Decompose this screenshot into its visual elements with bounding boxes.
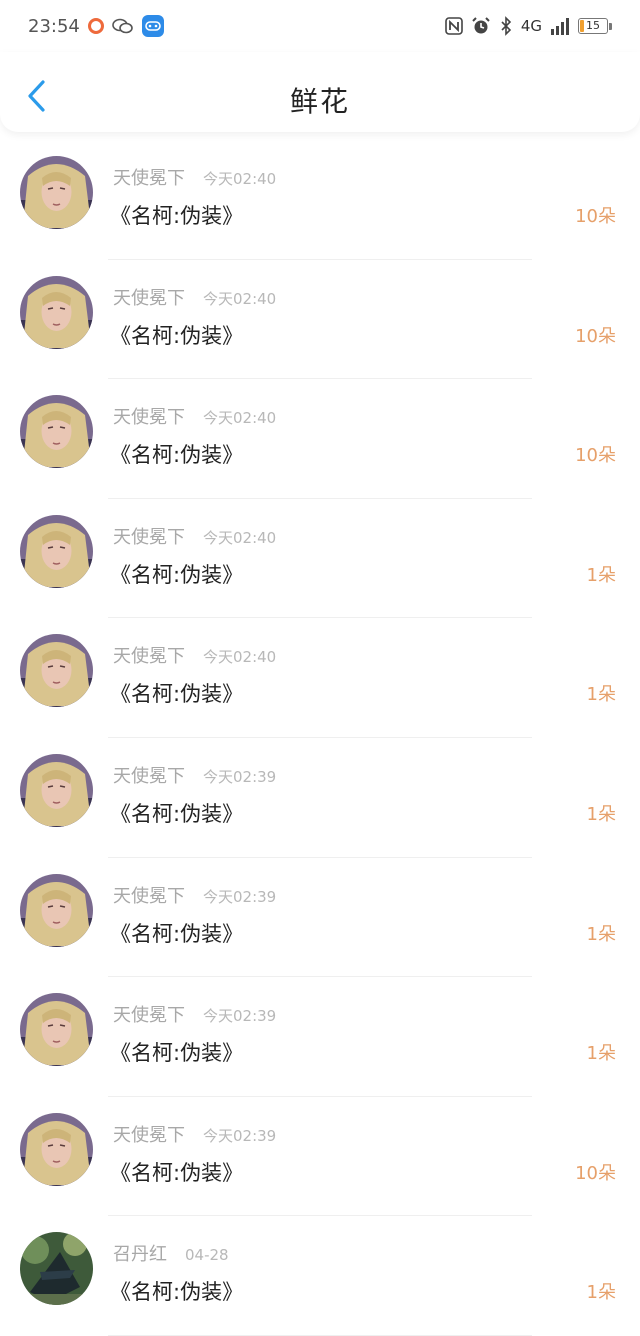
sender-name-text: 召丹红	[113, 1244, 167, 1266]
book-title: 《名柯:伪装》	[110, 1160, 244, 1185]
avatar[interactable]	[20, 873, 93, 947]
sender-name: 天使冕下 今天02:40	[113, 642, 276, 668]
flower-list: 天使冕下 今天02:40 《名柯:伪装》 10朵 天使冕下 今天02:40 《名柯:…	[0, 140, 640, 1336]
sender-name: 天使冕下 今天02:39	[113, 1121, 276, 1147]
avatar[interactable]	[20, 634, 93, 708]
timestamp: 今天02:39	[203, 1007, 277, 1026]
bluetooth-icon	[499, 16, 513, 36]
list-item[interactable]: 天使冕下 今天02:39 《名柯:伪装》 1朵	[0, 738, 640, 858]
list-item[interactable]: 召丹红 04-28 《名柯:伪装》 1朵	[0, 1216, 640, 1336]
book-title: 《名柯:伪装》	[110, 1280, 244, 1305]
timestamp: 今天02:40	[203, 528, 277, 547]
avatar[interactable]	[20, 514, 93, 588]
status-time: 23:54	[28, 15, 80, 37]
list-item[interactable]: 天使冕下 今天02:40 《名柯:伪装》 10朵	[0, 379, 640, 499]
timestamp: 今天02:40	[203, 409, 277, 428]
sender-name: 天使冕下 今天02:39	[113, 882, 276, 908]
sender-name: 天使冕下 今天02:39	[113, 1001, 276, 1027]
battery-icon: 15	[578, 18, 612, 34]
list-item[interactable]: 天使冕下 今天02:40 《名柯:伪装》 1朵	[0, 618, 640, 738]
book-title: 《名柯:伪装》	[110, 562, 244, 587]
sender-name-text: 天使冕下	[113, 646, 185, 668]
network-type-label: 4G	[520, 17, 542, 35]
list-item[interactable]: 天使冕下 今天02:39 《名柯:伪装》 1朵	[0, 977, 640, 1097]
book-title: 《名柯:伪装》	[110, 921, 244, 946]
list-item[interactable]: 天使冕下 今天02:40 《名柯:伪装》 10朵	[0, 140, 640, 260]
avatar[interactable]	[20, 395, 93, 469]
signal-icon	[550, 17, 570, 35]
flower-count: 10朵	[575, 206, 616, 227]
sender-name-text: 天使冕下	[113, 287, 185, 309]
avatar[interactable]	[20, 275, 93, 349]
alarm-icon	[471, 16, 491, 36]
flower-count: 1朵	[586, 1282, 616, 1304]
timestamp: 今天02:40	[203, 170, 277, 188]
timestamp: 04-28	[185, 1246, 229, 1265]
wechat-icon	[112, 18, 134, 34]
gamepad-icon	[141, 15, 164, 37]
flower-count: 10朵	[575, 325, 616, 347]
book-title: 《名柯:伪装》	[110, 323, 244, 348]
book-title: 《名柯:伪装》	[110, 682, 244, 707]
sender-name-text: 天使冕下	[113, 765, 185, 787]
sender-name-text: 天使冕下	[113, 526, 185, 548]
flower-count: 1朵	[586, 1043, 616, 1065]
flower-count: 10朵	[575, 445, 616, 467]
list-item[interactable]: 天使冕下 今天02:40 《名柯:伪装》 1朵	[0, 499, 640, 619]
sender-name: 天使冕下 今天02:40	[113, 523, 276, 549]
sender-name-text: 天使冕下	[113, 1124, 185, 1146]
book-title: 《名柯:伪装》	[110, 443, 244, 468]
sender-name: 召丹红 04-28	[113, 1240, 229, 1266]
sender-name: 天使冕下 今天02:40	[113, 403, 276, 429]
page-title: 鲜花	[289, 85, 350, 118]
timestamp: 今天02:40	[203, 289, 277, 308]
battery-level-label: 15	[586, 19, 600, 32]
avatar[interactable]	[20, 1232, 93, 1306]
book-title: 《名柯:伪装》	[110, 1041, 244, 1066]
flower-count: 1朵	[586, 803, 616, 825]
timestamp: 今天02:40	[203, 648, 277, 667]
status-bar: 23:54 4G 15	[0, 0, 640, 52]
flower-count: 1朵	[586, 564, 616, 586]
avatar[interactable]	[20, 156, 93, 229]
nfc-icon	[445, 17, 463, 35]
sender-name: 天使冕下 今天02:40	[113, 164, 276, 190]
avatar[interactable]	[20, 1112, 93, 1186]
sender-name-text: 天使冕下	[113, 407, 185, 429]
flower-count: 10朵	[575, 1162, 616, 1184]
orange-ring-icon	[87, 18, 104, 34]
timestamp: 今天02:39	[203, 767, 277, 786]
avatar[interactable]	[20, 993, 93, 1067]
sender-name-text: 天使冕下	[113, 885, 185, 907]
list-item[interactable]: 天使冕下 今天02:39 《名柯:伪装》 10朵	[0, 1097, 640, 1217]
timestamp: 今天02:39	[203, 1126, 277, 1145]
book-title: 《名柯:伪装》	[110, 204, 244, 228]
avatar[interactable]	[20, 753, 93, 827]
sender-name-text: 天使冕下	[113, 1005, 185, 1027]
battery-fill	[580, 20, 584, 32]
list-item[interactable]: 天使冕下 今天02:39 《名柯:伪装》 1朵	[0, 858, 640, 978]
sender-name: 天使冕下 今天02:40	[113, 284, 276, 310]
sender-name-text: 天使冕下	[113, 168, 185, 189]
list-item[interactable]: 天使冕下 今天02:40 《名柯:伪装》 10朵	[0, 260, 640, 380]
flower-count: 1朵	[586, 923, 616, 945]
header-bar: 鲜花	[0, 52, 640, 132]
sender-name: 天使冕下 今天02:39	[113, 762, 276, 788]
flower-count: 1朵	[586, 684, 616, 706]
book-title: 《名柯:伪装》	[110, 801, 244, 826]
timestamp: 今天02:39	[203, 887, 277, 906]
